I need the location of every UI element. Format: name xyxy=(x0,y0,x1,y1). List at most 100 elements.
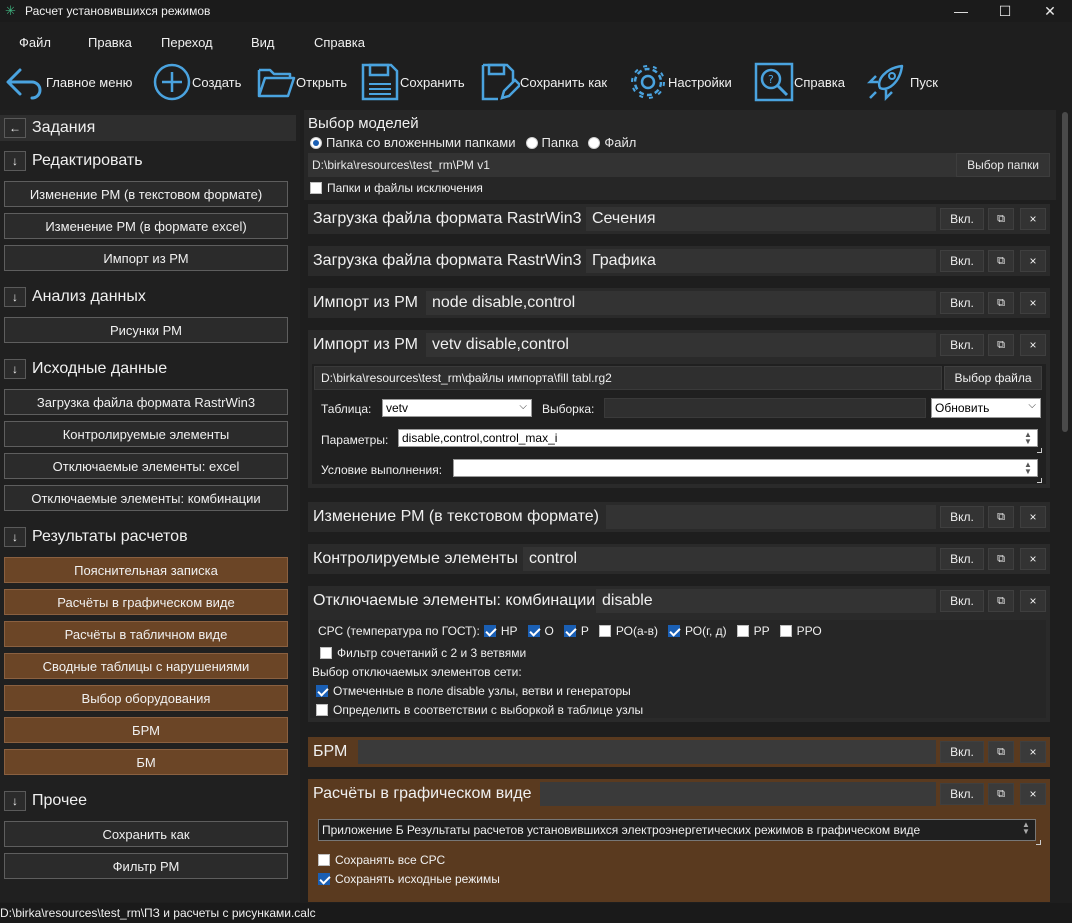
task-value-field[interactable]: control xyxy=(523,547,936,571)
close-icon[interactable]: × xyxy=(1020,292,1046,314)
enable-button[interactable]: Вкл. xyxy=(940,250,984,272)
radio-file[interactable] xyxy=(588,136,601,149)
enable-button[interactable]: Вкл. xyxy=(940,208,984,230)
copy-icon[interactable]: ⧉ xyxy=(988,783,1014,805)
sidebar-item-explanatory-note[interactable]: Пояснительная записка xyxy=(4,557,288,583)
crc-checkbox-ro-gd[interactable] xyxy=(668,625,680,637)
sidebar-item-brm[interactable]: БРМ xyxy=(4,717,288,743)
sidebar-item-controlled[interactable]: Контролируемые элементы xyxy=(4,421,288,447)
update-mode-select[interactable]: Обновить ⌵ xyxy=(931,398,1041,418)
model-path-field[interactable]: D:\birka\resources\test_rm\РМ v1 xyxy=(308,153,956,177)
close-window-button[interactable]: ✕ xyxy=(1027,0,1072,22)
crc-checkbox-nr[interactable] xyxy=(483,625,496,637)
exclusions-checkbox[interactable] xyxy=(310,182,322,194)
filter-row[interactable]: Фильтр сочетаний с 2 и 3 ветвями xyxy=(320,646,526,660)
params-field[interactable]: disable,control,control_max_i ▲ ▼ xyxy=(398,429,1038,447)
task-value-field[interactable] xyxy=(606,505,936,529)
create-button[interactable]: Создать xyxy=(152,58,241,106)
close-icon[interactable]: × xyxy=(1020,334,1046,356)
sidebar-item-rm-filter[interactable]: Фильтр РМ xyxy=(4,853,288,879)
enable-button[interactable]: Вкл. xyxy=(940,590,984,612)
sidebar-item-load-rastrwin[interactable]: Загрузка файла формата RastrWin3 xyxy=(4,389,288,415)
exclusions-checkbox-row[interactable]: Папки и файлы исключения xyxy=(310,181,483,195)
menu-view[interactable]: Вид xyxy=(251,35,275,50)
crc-checkbox-rro[interactable] xyxy=(779,625,792,637)
crc-checkbox-ro-av[interactable] xyxy=(598,625,611,637)
sidebar-item-disconnect-excel[interactable]: Отключаемые элементы: excel xyxy=(4,453,288,479)
help-button[interactable]: ? Справка xyxy=(754,58,845,106)
spin-arrows-icon[interactable]: ▲ ▼ xyxy=(1019,821,1033,836)
sidebar-item-rm-text[interactable]: Изменение РМ (в текстовом формате) xyxy=(4,181,288,207)
toggle-section-button[interactable]: ↓ xyxy=(4,791,26,811)
enable-button[interactable]: Вкл. xyxy=(940,783,984,805)
copy-icon[interactable]: ⧉ xyxy=(988,208,1014,230)
resize-grip-icon[interactable] xyxy=(1036,840,1041,845)
menu-edit[interactable]: Правка xyxy=(88,35,132,50)
close-icon[interactable]: × xyxy=(1020,783,1046,805)
task-value-field[interactable]: node disable,control xyxy=(426,291,936,315)
save-initial-row[interactable]: Сохранять исходные режимы xyxy=(318,872,500,886)
caption-field[interactable]: Приложение Б Результаты расчетов установ… xyxy=(318,819,1036,841)
option-marked-checkbox[interactable] xyxy=(316,685,328,697)
crc-checkbox-o[interactable] xyxy=(527,625,540,637)
maximize-button[interactable]: ☐ xyxy=(982,0,1028,22)
toggle-section-button[interactable]: ↓ xyxy=(4,151,26,171)
choose-file-button[interactable]: Выбор файла xyxy=(944,366,1042,390)
sidebar-item-rm-excel[interactable]: Изменение РМ (в формате excel) xyxy=(4,213,288,239)
task-value-field[interactable] xyxy=(358,740,936,764)
resize-grip-icon[interactable] xyxy=(1037,478,1042,483)
main-menu-button[interactable]: Главное меню xyxy=(4,58,132,106)
run-button[interactable]: Пуск xyxy=(866,58,938,106)
enable-button[interactable]: Вкл. xyxy=(940,741,984,763)
sidebar-item-violation-tables[interactable]: Сводные таблицы с нарушениями xyxy=(4,653,288,679)
close-icon[interactable]: × xyxy=(1020,590,1046,612)
menu-file[interactable]: Файл xyxy=(19,35,51,50)
toggle-section-button[interactable]: ↓ xyxy=(4,527,26,547)
spin-arrows-icon[interactable]: ▲ ▼ xyxy=(1021,431,1035,446)
resize-grip-icon[interactable] xyxy=(1037,448,1042,453)
toggle-section-button[interactable]: ↓ xyxy=(4,287,26,307)
task-value-field[interactable]: Сечения xyxy=(586,207,936,231)
filter-checkbox[interactable] xyxy=(320,647,332,659)
selection-field[interactable] xyxy=(604,398,926,418)
table-select[interactable]: vetv ⌵ xyxy=(382,399,532,417)
choose-folder-button[interactable]: Выбор папки xyxy=(956,153,1050,177)
option-marked-row[interactable]: Отмеченные в поле disable узлы, ветви и … xyxy=(316,684,631,698)
copy-icon[interactable]: ⧉ xyxy=(988,292,1014,314)
copy-icon[interactable]: ⧉ xyxy=(988,590,1014,612)
copy-icon[interactable]: ⧉ xyxy=(988,741,1014,763)
sidebar-item-table-calcs[interactable]: Расчёты в табличном виде xyxy=(4,621,288,647)
main-scrollbar[interactable] xyxy=(1062,112,1068,432)
close-icon[interactable]: × xyxy=(1020,548,1046,570)
sidebar-item-save-as[interactable]: Сохранить как xyxy=(4,821,288,847)
import-file-path[interactable]: D:\birka\resources\test_rm\файлы импорта… xyxy=(314,366,942,390)
spin-arrows-icon[interactable]: ▲ ▼ xyxy=(1021,461,1035,476)
enable-button[interactable]: Вкл. xyxy=(940,506,984,528)
crc-checkbox-rr[interactable] xyxy=(736,625,749,637)
close-icon[interactable]: × xyxy=(1020,250,1046,272)
sidebar-item-rm-pictures[interactable]: Рисунки РМ xyxy=(4,317,288,343)
enable-button[interactable]: Вкл. xyxy=(940,548,984,570)
save-button[interactable]: Сохранить xyxy=(360,58,465,106)
radio-nested-folders[interactable] xyxy=(310,136,322,149)
save-all-crc-checkbox[interactable] xyxy=(318,854,330,866)
menu-help[interactable]: Справка xyxy=(314,35,365,50)
sidebar-item-graphic-calcs[interactable]: Расчёты в графическом виде xyxy=(4,589,288,615)
option-selection-checkbox[interactable] xyxy=(316,704,328,716)
minimize-button[interactable]: — xyxy=(938,0,984,22)
copy-icon[interactable]: ⧉ xyxy=(988,548,1014,570)
save-as-button[interactable]: Сохранить как xyxy=(480,58,607,106)
collapse-sidebar-button[interactable]: ← xyxy=(4,118,26,138)
sidebar-item-equipment[interactable]: Выбор оборудования xyxy=(4,685,288,711)
task-value-field[interactable]: vetv disable,control xyxy=(426,333,936,357)
task-value-field[interactable]: disable xyxy=(596,589,936,613)
save-initial-checkbox[interactable] xyxy=(318,873,330,885)
close-icon[interactable]: × xyxy=(1020,506,1046,528)
copy-icon[interactable]: ⧉ xyxy=(988,506,1014,528)
sidebar-item-disconnect-combinations[interactable]: Отключаемые элементы: комбинации xyxy=(4,485,288,511)
save-all-crc-row[interactable]: Сохранять все СРС xyxy=(318,853,445,867)
task-value-field[interactable] xyxy=(540,782,936,806)
open-button[interactable]: Открыть xyxy=(256,58,347,106)
copy-icon[interactable]: ⧉ xyxy=(988,250,1014,272)
enable-button[interactable]: Вкл. xyxy=(940,334,984,356)
